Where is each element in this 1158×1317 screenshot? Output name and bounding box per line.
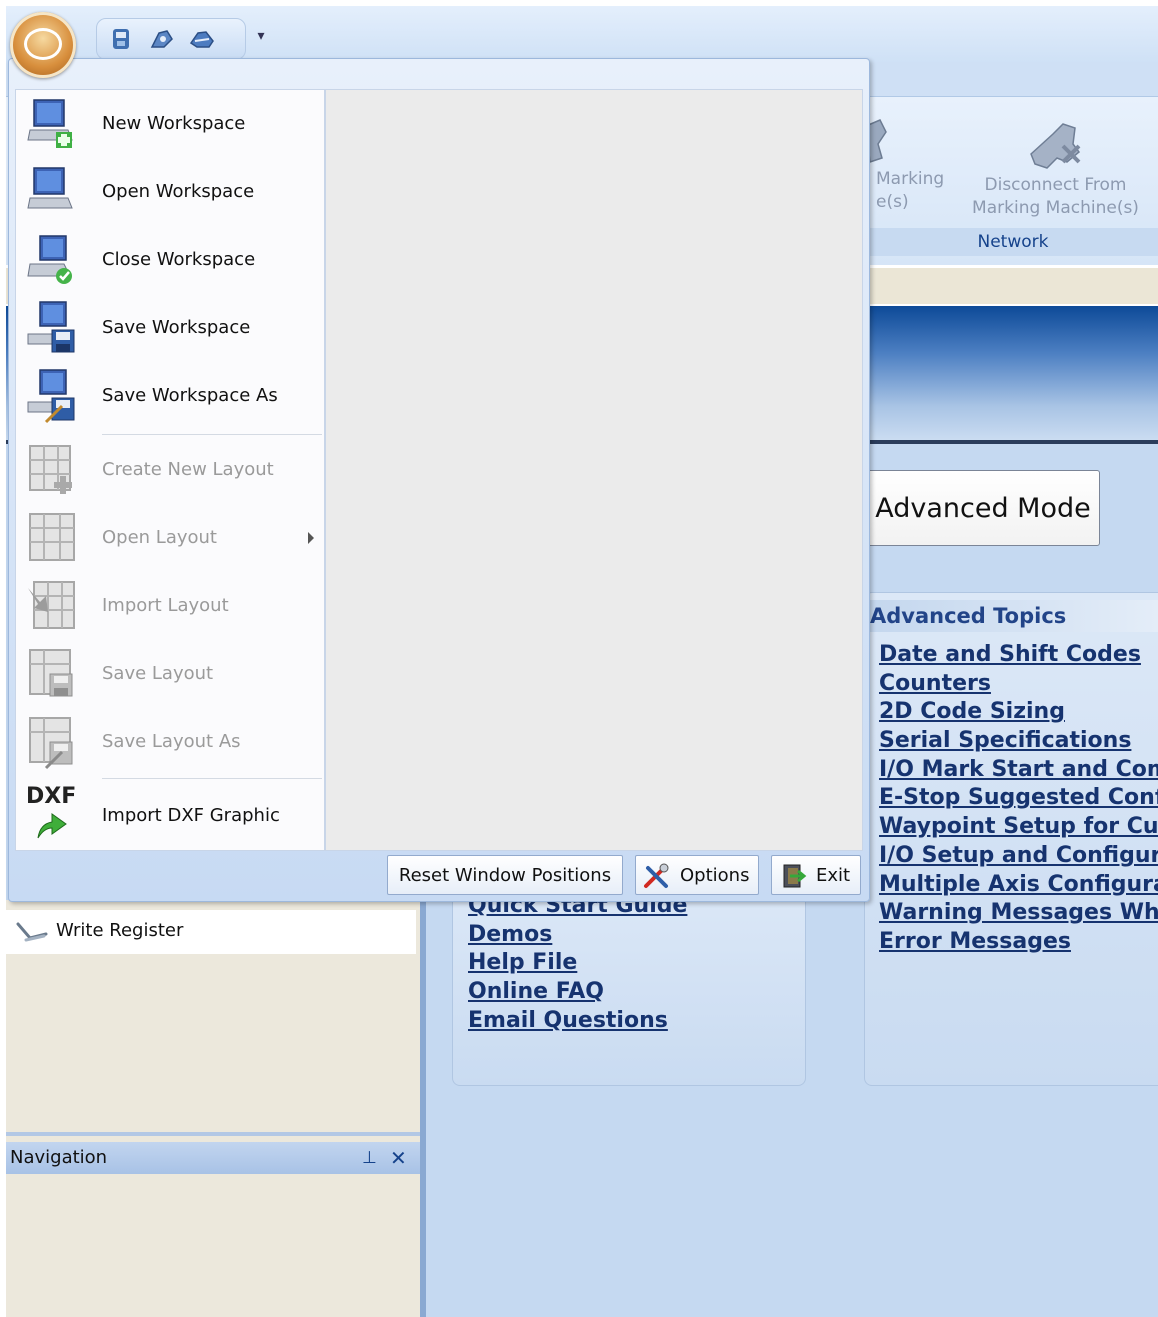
link-error-messages[interactable]: Error Messages: [879, 928, 1158, 957]
connect-marking-machine-button[interactable]: Marking e(s): [866, 118, 958, 238]
import-layout-icon: [28, 581, 75, 629]
application-menu-button[interactable]: [10, 12, 76, 78]
link-warning-messages[interactable]: Warning Messages When: [879, 899, 1158, 928]
print-icon[interactable]: [109, 27, 135, 51]
open-layout-icon: [29, 513, 75, 561]
menu-item-open-workspace[interactable]: Open Workspace: [16, 158, 324, 226]
menu-item-open-layout[interactable]: Open Layout: [16, 504, 324, 572]
advanced-topics-title: Advanced Topics: [870, 600, 1158, 632]
link-estop-config[interactable]: E-Stop Suggested Config: [879, 784, 1158, 813]
disconnect-marking-machine-button[interactable]: Disconnect From Marking Machine(s): [958, 118, 1153, 238]
menu-item-label: Open Workspace: [102, 181, 255, 202]
application-logo-icon: [24, 28, 62, 60]
menu-item-label: Save Layout: [102, 663, 214, 684]
menu-item-label: Close Workspace: [102, 249, 256, 270]
menu-item-label: Open Layout: [102, 527, 217, 548]
disconnect-label: Disconnect From Marking Machine(s): [972, 175, 1139, 218]
application-window: ▾ Marking e(s) Disconnect From Marking M…: [0, 0, 1158, 1317]
menu-item-label: Import DXF Graphic: [102, 805, 280, 826]
reset-window-positions-button[interactable]: Reset Window Positions: [387, 855, 623, 895]
exit-label: Exit: [816, 865, 851, 886]
menu-item-create-new-layout[interactable]: Create New Layout: [16, 436, 324, 504]
save-workspace-as-icon: [27, 369, 75, 424]
options-label: Options: [680, 865, 750, 886]
menu-item-label: Save Layout As: [102, 731, 241, 752]
close-workspace-icon: [27, 235, 72, 284]
link-online-faq[interactable]: Online FAQ: [468, 978, 798, 1007]
dxf-icon-text: DXF: [26, 784, 77, 809]
create-layout-icon: [29, 445, 72, 494]
link-io-mark-start[interactable]: I/O Mark Start and Comp: [879, 756, 1158, 785]
import-arrow-icon: [37, 813, 67, 839]
quick-access-toolbar: [96, 18, 246, 60]
menu-separator: [102, 778, 322, 779]
menu-item-new-workspace[interactable]: New Workspace: [16, 90, 324, 158]
recent-items-pane: [325, 89, 863, 851]
menu-item-label: Create New Layout: [102, 459, 274, 480]
connect-icon[interactable]: [149, 27, 175, 51]
options-button[interactable]: Options: [635, 855, 759, 895]
navigation-header: Navigation ⊥ ✕: [6, 1142, 420, 1174]
connect-marking-label: Marking e(s): [876, 169, 945, 212]
new-workspace-icon: [27, 99, 73, 148]
menu-item-import-dxf-graphic[interactable]: DXF Import DXF Graphic: [16, 780, 324, 848]
advanced-topics-links: Date and Shift Codes Counters 2D Code Si…: [879, 641, 1158, 957]
advanced-mode-button[interactable]: Advanced Mode: [866, 470, 1100, 546]
menu-item-label: Import Layout: [102, 595, 229, 616]
menu-item-label: New Workspace: [102, 113, 246, 134]
link-waypoint-setup[interactable]: Waypoint Setup for Custo: [879, 813, 1158, 842]
link-demos[interactable]: Demos: [468, 921, 798, 950]
application-menu-items: New Workspace Open Workspace Close Works…: [15, 89, 325, 851]
save-layout-as-icon: [29, 717, 73, 770]
write-register-label: Write Register: [56, 920, 184, 941]
menu-item-close-workspace[interactable]: Close Workspace: [16, 226, 324, 294]
menu-item-label: Save Workspace As: [102, 385, 278, 406]
write-register-icon: [16, 922, 48, 942]
help-links: Quick Start Guide Demos Help File Online…: [468, 892, 798, 1035]
disconnect-icon[interactable]: [189, 27, 215, 51]
pin-icon[interactable]: ⊥: [362, 1142, 377, 1174]
save-workspace-icon: [27, 301, 75, 353]
menu-item-label: Save Workspace: [102, 317, 251, 338]
link-help-file[interactable]: Help File: [468, 949, 798, 978]
customize-toolbar-dropdown-icon[interactable]: ▾: [254, 28, 268, 44]
open-workspace-icon: [27, 167, 73, 209]
exit-icon: [783, 864, 807, 888]
ribbon-group-network: Network: [868, 228, 1158, 256]
menu-item-import-layout[interactable]: Import Layout: [16, 572, 324, 640]
dxf-icon: DXF: [26, 786, 78, 842]
navigation-title: Navigation: [10, 1147, 108, 1168]
application-menu: New Workspace Open Workspace Close Works…: [8, 58, 870, 902]
link-2d-code-sizing[interactable]: 2D Code Sizing: [879, 698, 1158, 727]
menu-item-save-layout-as[interactable]: Save Layout As: [16, 708, 324, 776]
save-layout-icon: [29, 649, 73, 697]
link-counters[interactable]: Counters: [879, 670, 1158, 699]
exit-button[interactable]: Exit: [771, 855, 861, 895]
close-icon[interactable]: ✕: [390, 1142, 407, 1174]
disconnect-machine-icon: [1029, 123, 1080, 169]
submenu-arrow-icon: [308, 532, 314, 544]
title-bar: ▾: [6, 6, 1158, 62]
menu-item-save-workspace-as[interactable]: Save Workspace As: [16, 362, 324, 430]
link-serial-specifications[interactable]: Serial Specifications: [879, 727, 1158, 756]
menu-item-save-layout[interactable]: Save Layout: [16, 640, 324, 708]
link-email-questions[interactable]: Email Questions: [468, 1007, 798, 1036]
menu-item-save-workspace[interactable]: Save Workspace: [16, 294, 324, 362]
link-date-shift-codes[interactable]: Date and Shift Codes: [879, 641, 1158, 670]
link-multiple-axis[interactable]: Multiple Axis Configurati: [879, 871, 1158, 900]
options-icon: [644, 863, 669, 888]
marking-machine-icon: [866, 119, 887, 164]
menu-separator: [102, 434, 322, 435]
link-io-setup[interactable]: I/O Setup and Configurat: [879, 842, 1158, 871]
